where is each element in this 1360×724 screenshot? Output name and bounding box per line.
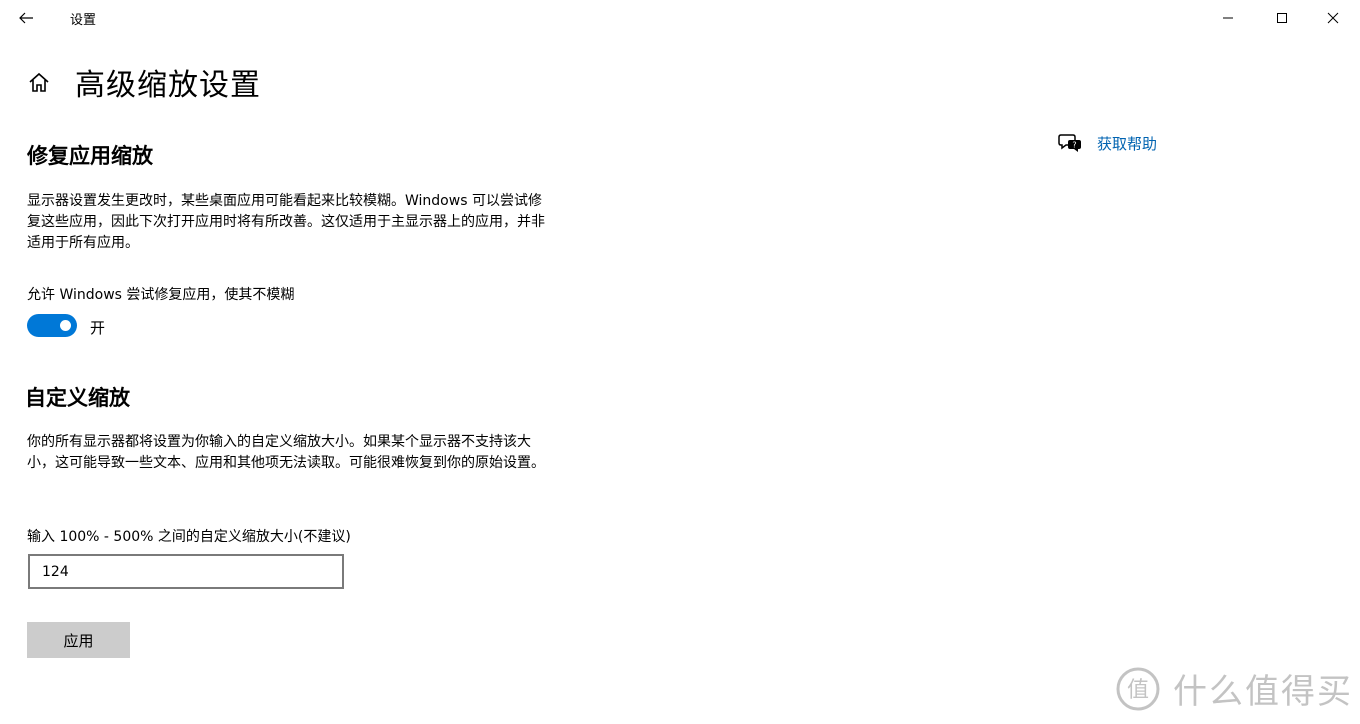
custom-scaling-heading: 自定义缩放 (25, 386, 130, 410)
minimize-icon (1223, 17, 1233, 19)
fix-scaling-description: 显示器设置发生更改时，某些桌面应用可能看起来比较模糊。Windows 可以尝试修… (27, 193, 545, 251)
fix-scaling-toggle[interactable] (27, 314, 77, 337)
custom-scaling-input[interactable] (28, 554, 344, 589)
back-button[interactable] (8, 2, 44, 34)
toggle-knob (60, 320, 71, 331)
fix-scaling-toggle-label: 允许 Windows 尝试修复应用，使其不模糊 (27, 287, 295, 303)
svg-text:?: ? (1072, 141, 1076, 150)
chat-help-icon: ? (1058, 134, 1081, 152)
title-bar: 设置 (0, 0, 1360, 36)
window-title: 设置 (70, 13, 97, 28)
svg-text:值: 值 (1127, 678, 1149, 703)
arrow-left-icon (19, 12, 33, 24)
home-button[interactable] (26, 70, 52, 96)
toggle-state-label: 开 (90, 319, 106, 337)
close-icon (1327, 12, 1339, 24)
home-icon (29, 72, 49, 92)
smzdm-logo-icon: 值 (1116, 667, 1160, 710)
get-help-link[interactable]: ? 获取帮助 (1058, 132, 1157, 154)
maximize-button[interactable] (1259, 0, 1305, 36)
maximize-icon (1277, 13, 1287, 23)
apply-button[interactable]: 应用 (27, 622, 130, 658)
fix-scaling-heading: 修复应用缩放 (27, 144, 153, 168)
custom-scaling-input-label: 输入 100% - 500% 之间的自定义缩放大小(不建议) (27, 529, 351, 545)
get-help-label[interactable]: 获取帮助 (1097, 133, 1157, 154)
page-title: 高级缩放设置 (75, 68, 261, 103)
watermark-text: 什么值得买 (1173, 672, 1353, 712)
close-button[interactable] (1310, 0, 1356, 36)
watermark: 值 什么值得买 (1115, 664, 1353, 713)
custom-scaling-description: 你的所有显示器都将设置为你输入的自定义缩放大小。如果某个显示器不支持该大小，这可… (27, 434, 545, 471)
settings-window: 设置 高级缩放设置 ? 获取帮助 修复应用缩放 显示器设置发生更改时，某些桌面应… (0, 0, 1360, 724)
minimize-button[interactable] (1205, 0, 1251, 36)
